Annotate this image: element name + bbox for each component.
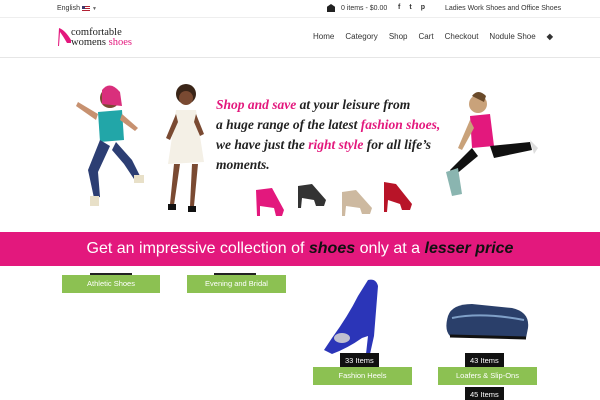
category-fashion-heels[interactable]: Fashion Heels bbox=[313, 367, 412, 385]
social-links: f t p bbox=[398, 4, 425, 11]
girl-in-dress-image bbox=[166, 84, 204, 212]
top-bar: English ▼ 0 items - $0.00 f t p Ladies W… bbox=[0, 0, 600, 18]
category-evening-bridal[interactable]: Evening and Bridal bbox=[187, 275, 286, 293]
item-count-badge: 33 Items bbox=[340, 353, 379, 368]
us-flag-icon bbox=[81, 6, 90, 11]
red-heel-image bbox=[384, 182, 412, 212]
site-header: comfortable womens shoes Home Category S… bbox=[0, 18, 600, 58]
logo-text: comfortable womens shoes bbox=[71, 27, 132, 48]
nav-cart[interactable]: Cart bbox=[419, 32, 434, 41]
language-label: English bbox=[57, 5, 80, 12]
twitter-icon[interactable]: t bbox=[409, 4, 411, 11]
category-loafers-slip-ons[interactable]: Loafers & Slip-Ons bbox=[438, 367, 537, 385]
item-count-badge: 45 Items bbox=[465, 387, 504, 400]
mini-cart[interactable]: 0 items - $0.00 bbox=[327, 4, 387, 12]
nav-category[interactable]: Category bbox=[345, 32, 377, 41]
cart-summary: 0 items - $0.00 bbox=[341, 4, 388, 12]
pinterest-icon[interactable]: p bbox=[421, 4, 425, 11]
hero-banner: Shop and save at your leisure from a hug… bbox=[62, 70, 542, 222]
nav-home[interactable]: Home bbox=[313, 32, 334, 41]
black-studded-heel-image bbox=[298, 184, 326, 208]
main-nav: Home Category Shop Cart Checkout Nodule … bbox=[313, 32, 553, 41]
menu-icon[interactable]: ◆ bbox=[547, 32, 553, 41]
blue-heel-image bbox=[324, 279, 378, 354]
pink-heel-image bbox=[256, 188, 284, 216]
item-count-badge: 43 Items bbox=[465, 353, 504, 368]
promo-banner: Get an impressive collection of shoes on… bbox=[0, 232, 600, 266]
nav-shop[interactable]: Shop bbox=[389, 32, 408, 41]
nav-nodule-shoe[interactable]: Nodule Shoe bbox=[489, 32, 535, 41]
tagline-link[interactable]: Ladies Work Shoes and Office Shoes bbox=[445, 5, 561, 12]
chevron-down-icon: ▼ bbox=[91, 5, 97, 12]
cart-icon bbox=[327, 4, 335, 12]
hero-headline: Shop and save at your leisure from a hug… bbox=[216, 97, 441, 172]
patterned-loafer-image bbox=[446, 304, 529, 340]
jumping-girl-image bbox=[76, 85, 144, 206]
site-logo[interactable]: comfortable womens shoes bbox=[57, 26, 157, 52]
beige-heel-image bbox=[342, 190, 372, 216]
language-selector[interactable]: English ▼ bbox=[57, 5, 97, 12]
facebook-icon[interactable]: f bbox=[398, 4, 400, 11]
nav-checkout[interactable]: Checkout bbox=[445, 32, 479, 41]
category-athletic-shoes[interactable]: Athletic Shoes bbox=[62, 275, 160, 293]
